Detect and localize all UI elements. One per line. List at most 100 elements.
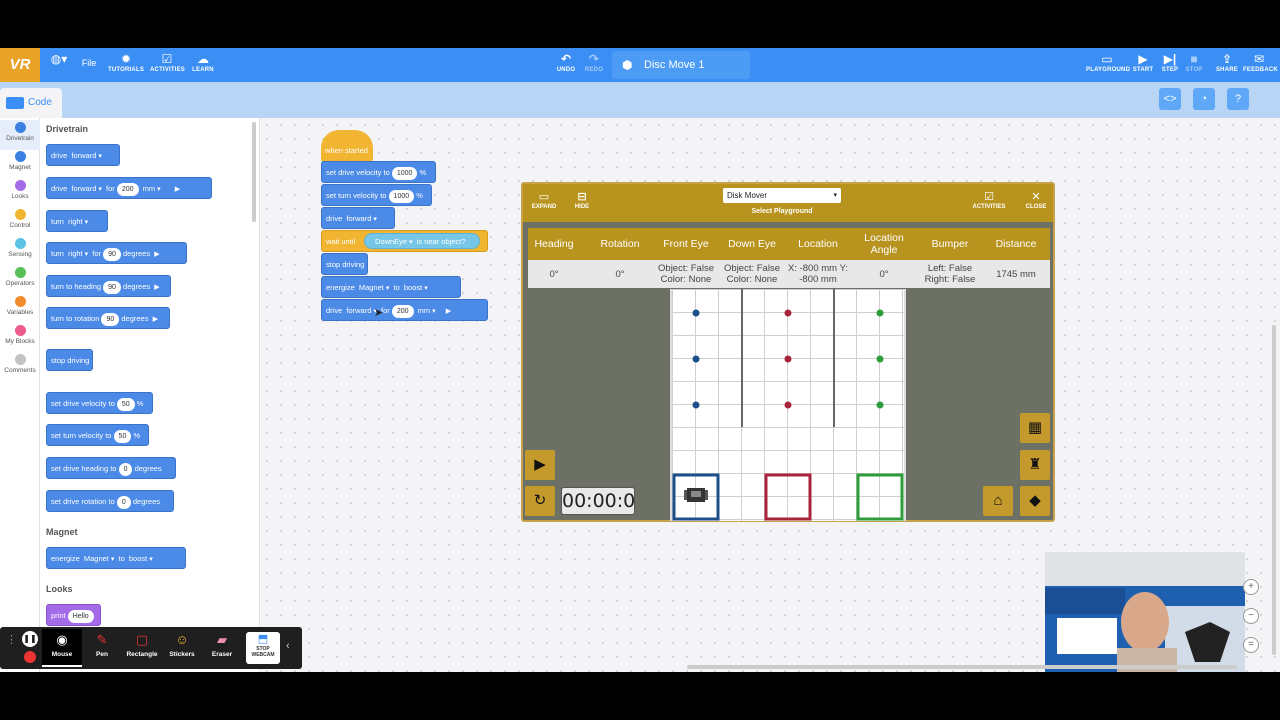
playground-field[interactable] [670, 289, 906, 521]
when-started-block[interactable]: when started [321, 130, 373, 162]
turn-direction-dropdown[interactable]: right ▾ [68, 243, 88, 266]
expand-arrow-icon[interactable]: ▶ [175, 179, 180, 201]
angle-input[interactable]: 90 [103, 247, 121, 261]
activities-button[interactable]: ☑ ACTIVITIES [150, 51, 185, 79]
zoom-out-icon[interactable]: − [1243, 608, 1259, 624]
category-drivetrain[interactable]: Drivetrain [0, 120, 40, 150]
vertical-scrollbar[interactable] [1272, 325, 1276, 655]
turn-direction-dropdown[interactable]: right ▾ [68, 211, 88, 234]
sensing-downeye-near-object[interactable]: DownEye ▾ is near object? [364, 233, 480, 249]
learn-button[interactable]: ☁ LEARN [190, 51, 216, 79]
pen-tool-button[interactable]: ✎ Pen [82, 629, 122, 667]
palette-block-set-drive-heading[interactable]: set drive heading to 0 degrees [46, 457, 176, 479]
velocity-input[interactable]: 50 [113, 429, 132, 443]
code-tab[interactable]: Code [0, 88, 62, 118]
stickers-tool-button[interactable]: ☺ Stickers [162, 629, 202, 667]
stop-webcam-button[interactable]: ⬒ STOP WEBCAM [246, 632, 280, 664]
category-my-blocks[interactable]: My Blocks [0, 323, 40, 353]
palette-block-drive[interactable]: drive forward ▾ [46, 144, 120, 166]
palette-block-energize[interactable]: energize Magnet ▾ to boost ▾ [46, 547, 186, 569]
distance-input[interactable]: 200 [116, 182, 139, 196]
feedback-button[interactable]: ✉ FEEDBACK [1243, 51, 1278, 79]
script-stop-driving[interactable]: stop driving [321, 253, 368, 275]
category-comments[interactable]: Comments [0, 352, 40, 382]
category-variables[interactable]: Variables [0, 294, 40, 324]
script-set-drive-velocity[interactable]: set drive velocity to 1000 % [321, 161, 436, 183]
expand-arrow-icon[interactable]: ▶ [446, 301, 451, 323]
stop-button[interactable]: ■ STOP [1184, 51, 1204, 79]
category-control[interactable]: Control [0, 207, 40, 237]
velocity-input[interactable]: 1000 [391, 166, 418, 180]
category-looks[interactable]: Looks [0, 178, 40, 208]
undo-button[interactable]: ↶ UNDO [555, 51, 577, 79]
category-operators[interactable]: Operators [0, 265, 40, 295]
category-sensing[interactable]: Sensing [0, 236, 40, 266]
palette-block-set-drive-velocity[interactable]: set drive velocity to 50 % [46, 392, 153, 414]
palette-scrollbar[interactable] [252, 122, 256, 222]
rotation-input[interactable]: 90 [101, 312, 120, 326]
distance-input[interactable]: 200 [391, 304, 414, 318]
dashboard-icon[interactable]: ◔ [1193, 88, 1215, 110]
eraser-tool-button[interactable]: ▰ Eraser [202, 629, 242, 667]
help-icon[interactable]: ? [1227, 88, 1249, 110]
palette-block-turn[interactable]: turn right ▾ [46, 210, 108, 232]
palette-block-set-turn-velocity[interactable]: set turn velocity to 50 % [46, 424, 149, 446]
palette-block-print[interactable]: print Hello [46, 604, 101, 626]
project-name-field[interactable]: ⬢ Disc Move 1 [612, 51, 750, 79]
eye-dropdown[interactable]: DownEye ▾ [375, 234, 413, 251]
rectangle-tool-button[interactable]: ▢ Rectangle [122, 629, 162, 667]
script-drive[interactable]: drive forward ▾ [321, 207, 395, 229]
zoom-reset-icon[interactable]: = [1243, 637, 1259, 653]
close-button[interactable]: ✕ CLOSE [1023, 190, 1049, 210]
palette-block-stop-driving[interactable]: stop driving [46, 349, 93, 371]
direction-dropdown[interactable]: forward ▾ [346, 208, 377, 231]
activities-button[interactable]: ☑ ACTIVITIES [971, 190, 1007, 210]
top-view-button[interactable]: ♜ [1020, 450, 1050, 480]
category-magnet[interactable]: Magnet [0, 149, 40, 179]
language-globe-button[interactable]: ◍▾ [46, 51, 72, 79]
code-viewer-icon[interactable]: <> [1159, 88, 1181, 110]
magnet-mode-dropdown[interactable]: boost ▾ [404, 277, 428, 300]
hide-button[interactable]: ⊟ HIDE [571, 190, 593, 210]
rotation-input[interactable]: 0 [116, 495, 131, 509]
direction-dropdown[interactable]: forward ▾ [346, 300, 377, 323]
pause-icon[interactable]: ❚❚ [22, 631, 38, 647]
script-set-turn-velocity[interactable]: set turn velocity to 1000 % [321, 184, 432, 206]
expand-button[interactable]: ▭ EXPAND [531, 190, 557, 210]
direction-dropdown[interactable]: forward ▾ [71, 145, 102, 168]
zoom-in-icon[interactable]: + [1243, 579, 1259, 595]
playground-button[interactable]: ▭ PLAYGROUND [1086, 51, 1130, 79]
mouse-tool-button[interactable]: ◉ Mouse [42, 629, 82, 667]
unit-dropdown[interactable]: mm ▾ [418, 300, 436, 323]
collapse-icon[interactable]: ‹ [286, 640, 290, 652]
palette-block-set-drive-rotation[interactable]: set drive rotation to 0 degrees [46, 490, 174, 512]
expand-arrow-icon[interactable]: ▶ [154, 277, 159, 299]
record-stop-icon[interactable] [24, 651, 36, 663]
heading-input[interactable]: 0 [118, 462, 133, 476]
heading-input[interactable]: 90 [103, 280, 121, 294]
velocity-input[interactable]: 50 [116, 397, 135, 411]
run-button[interactable]: ▶ [525, 450, 555, 480]
print-input[interactable]: Hello [67, 609, 94, 623]
magnet-dropdown[interactable]: Magnet ▾ [359, 277, 390, 300]
start-button[interactable]: ▶ START [1132, 51, 1154, 79]
horizontal-scrollbar[interactable] [687, 665, 1237, 669]
script-drive-for[interactable]: drive forward ▾ for 200 mm ▾ ▶ [321, 299, 488, 321]
playground-select[interactable]: Disk Mover ▾ [723, 188, 841, 203]
drag-handle-icon[interactable]: ⋮ [6, 633, 17, 646]
palette-block-turn-to-heading[interactable]: turn to heading 90 degrees ▶ [46, 275, 171, 297]
magnet-dropdown[interactable]: Magnet ▾ [84, 548, 115, 571]
reset-button[interactable]: ↻ [525, 486, 555, 516]
expand-arrow-icon[interactable]: ▶ [153, 309, 158, 331]
redo-button[interactable]: ↷ REDO [583, 51, 605, 79]
expand-arrow-icon[interactable]: ▶ [154, 244, 159, 266]
direction-dropdown[interactable]: forward ▾ [71, 178, 102, 201]
aligned-view-button[interactable]: ◆ [1020, 486, 1050, 516]
step-button[interactable]: ▶| STEP [1159, 51, 1181, 79]
grid-toggle-button[interactable]: ▦ [1020, 413, 1050, 443]
magnet-mode-dropdown[interactable]: boost ▾ [129, 548, 153, 571]
palette-block-turn-to-rotation[interactable]: turn to rotation 90 degrees ▶ [46, 307, 170, 329]
camera-view-button[interactable]: ⌂ [983, 486, 1013, 516]
palette-block-turn-for[interactable]: turn right ▾ for 90 degrees ▶ [46, 242, 187, 264]
unit-dropdown[interactable]: mm ▾ [143, 178, 161, 201]
